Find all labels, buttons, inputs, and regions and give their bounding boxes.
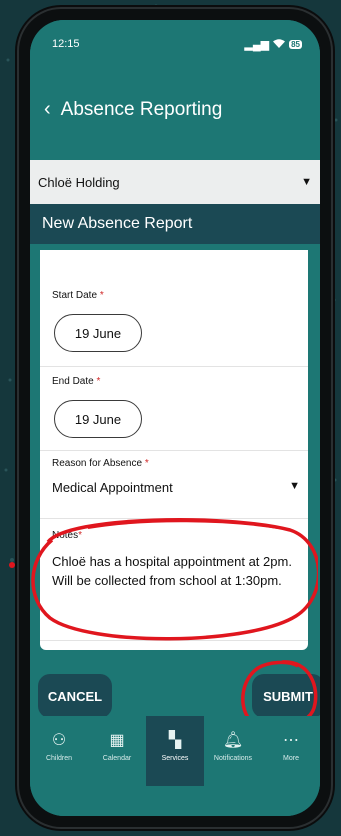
people-icon: ⚇ [51,732,67,749]
start-date-label: Start Date * [52,290,104,301]
bell-icon: 🔔︎ [222,732,244,749]
annotation-dot [9,562,15,568]
start-date-field[interactable]: 19 June [54,314,142,352]
app-screen: 12:15 ▂▄▆ 85 ‹ Absence Reporting Chloë H… [30,20,320,816]
tab-calendar[interactable]: ▦ Calendar [88,716,146,786]
dropdown-caret-icon: ▼ [301,176,312,188]
reason-value: Medical Appointment [52,480,173,495]
status-time: 12:15 [52,38,80,50]
tab-services[interactable]: ▚ Services [146,716,204,786]
tab-label: Notifications [213,755,253,762]
battery-icon: 85 [289,40,302,49]
signal-icon: ▂▄▆ [244,39,270,51]
wifi-icon [273,38,286,51]
end-date-label: End Date * [52,376,101,387]
divider [40,450,308,451]
status-icons: ▂▄▆ 85 [244,38,302,51]
page-title: Absence Reporting [60,98,223,120]
cancel-button[interactable]: CANCEL [38,674,112,718]
action-buttons: CANCEL SUBMIT [30,654,320,730]
calendar-icon: ▦ [109,732,125,749]
reason-select[interactable]: Medical Appointment ▼ [52,480,300,495]
page-header: ‹ Absence Reporting [44,98,222,121]
bottom-tab-bar: ⚇ Children ▦ Calendar ▚ Services 🔔︎ Noti… [30,716,320,816]
services-icon: ▚ [168,732,182,749]
tab-more[interactable]: ⋯ More [262,716,320,786]
child-selector[interactable]: Chloë Holding ▼ [30,160,320,204]
end-date-field[interactable]: 19 June [54,400,142,438]
tab-children[interactable]: ⚇ Children [30,716,88,786]
report-title: New Absence Report [42,215,193,232]
child-name: Chloë Holding [38,174,120,190]
more-icon: ⋯ [283,732,299,749]
tab-label: Calendar [102,755,132,762]
tab-label: More [283,755,299,762]
divider [40,366,308,367]
reason-label: Reason for Absence * [52,458,149,469]
tab-notifications[interactable]: 🔔︎ Notifications [204,716,262,786]
phone-frame: 12:15 ▂▄▆ 85 ‹ Absence Reporting Chloë H… [19,9,331,827]
tab-label: Children [45,755,73,762]
dropdown-caret-icon: ▼ [289,480,300,492]
form-area: Start Date * 19 June End Date * 19 June … [30,244,320,654]
status-bar: 12:15 ▂▄▆ 85 [52,38,302,56]
tab-label: Services [161,755,189,762]
notes-annotation-circle [31,518,318,641]
report-title-bar: New Absence Report [30,204,320,244]
back-arrow-icon[interactable]: ‹ [44,98,51,121]
